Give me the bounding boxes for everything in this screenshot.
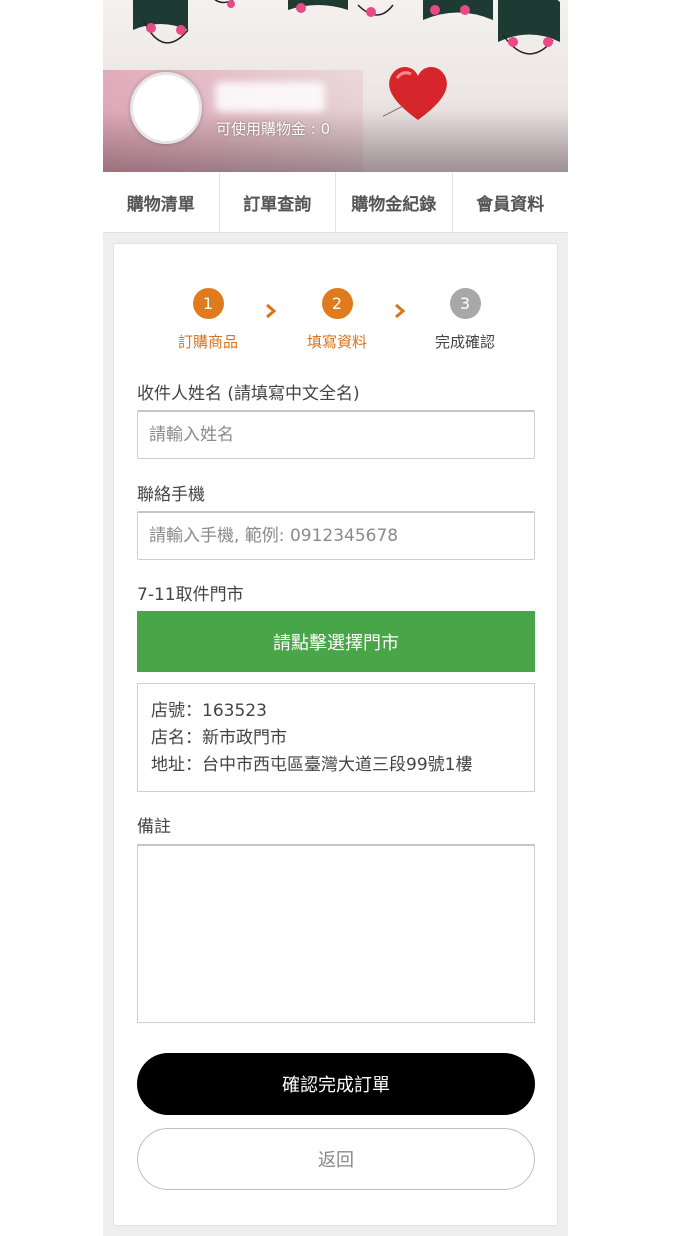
store-info-box: 店號：163523 店名：新市政門市 地址：台中市西屯區臺灣大道三段99號1樓: [137, 683, 535, 792]
phone-label: 聯絡手機: [137, 485, 205, 505]
step-order-items: 1 訂購商品: [163, 288, 253, 352]
chevron-right-icon: [395, 304, 406, 318]
note-label: 備註: [137, 817, 171, 837]
step-label: 訂購商品: [177, 333, 238, 351]
phone-input[interactable]: [137, 511, 535, 560]
step-label: 完成確認: [434, 333, 495, 351]
step-label: 填寫資料: [306, 333, 367, 351]
shopping-credit-text: 可使用購物金 : 0: [216, 120, 331, 138]
step-number-2: 2: [321, 288, 353, 319]
recipient-name-label: 收件人姓名 (請填寫中文全名): [137, 384, 360, 404]
chevron-right-icon: [266, 304, 277, 318]
username-blurred: [215, 82, 325, 112]
step-complete-confirm: 3 完成確認: [420, 288, 510, 352]
step-number-3: 3: [449, 288, 481, 319]
store-number: 店號：163523: [151, 701, 267, 721]
store-name: 店名：新市政門市: [151, 728, 287, 748]
tab-shopping-list[interactable]: 購物清單: [103, 172, 220, 232]
page: 可使用購物金 : 0 購物清單 訂單查詢 購物金紀錄 會員資料 1 訂購商品 2…: [103, 0, 568, 1236]
back-button[interactable]: 返回: [137, 1128, 535, 1190]
step-fill-info: 2 填寫資料: [292, 288, 382, 352]
note-textarea[interactable]: [137, 844, 535, 1023]
checkout-form-card: 1 訂購商品 2 填寫資料 3 完成確認 收件人姓名 (請填寫中文全名) 聯絡手…: [113, 243, 558, 1226]
member-nav-tabs: 購物清單 訂單查詢 購物金紀錄 會員資料: [103, 172, 568, 233]
tab-order-query[interactable]: 訂單查詢: [220, 172, 336, 232]
select-store-button[interactable]: 請點擊選擇門市: [137, 611, 535, 672]
recipient-name-input[interactable]: [137, 410, 535, 459]
store-address: 地址：台中市西屯區臺灣大道三段99號1樓: [151, 755, 473, 775]
tab-member-info[interactable]: 會員資料: [453, 172, 569, 232]
profile-banner: 可使用購物金 : 0: [103, 0, 568, 172]
checkout-steps: 1 訂購商品 2 填寫資料 3 完成確認: [114, 288, 559, 358]
tab-credit-history[interactable]: 購物金紀錄: [336, 172, 453, 232]
step-number-1: 1: [192, 288, 224, 319]
store-label: 7-11取件門市: [137, 585, 244, 605]
confirm-order-button[interactable]: 確認完成訂單: [137, 1053, 535, 1115]
avatar[interactable]: [130, 72, 202, 144]
